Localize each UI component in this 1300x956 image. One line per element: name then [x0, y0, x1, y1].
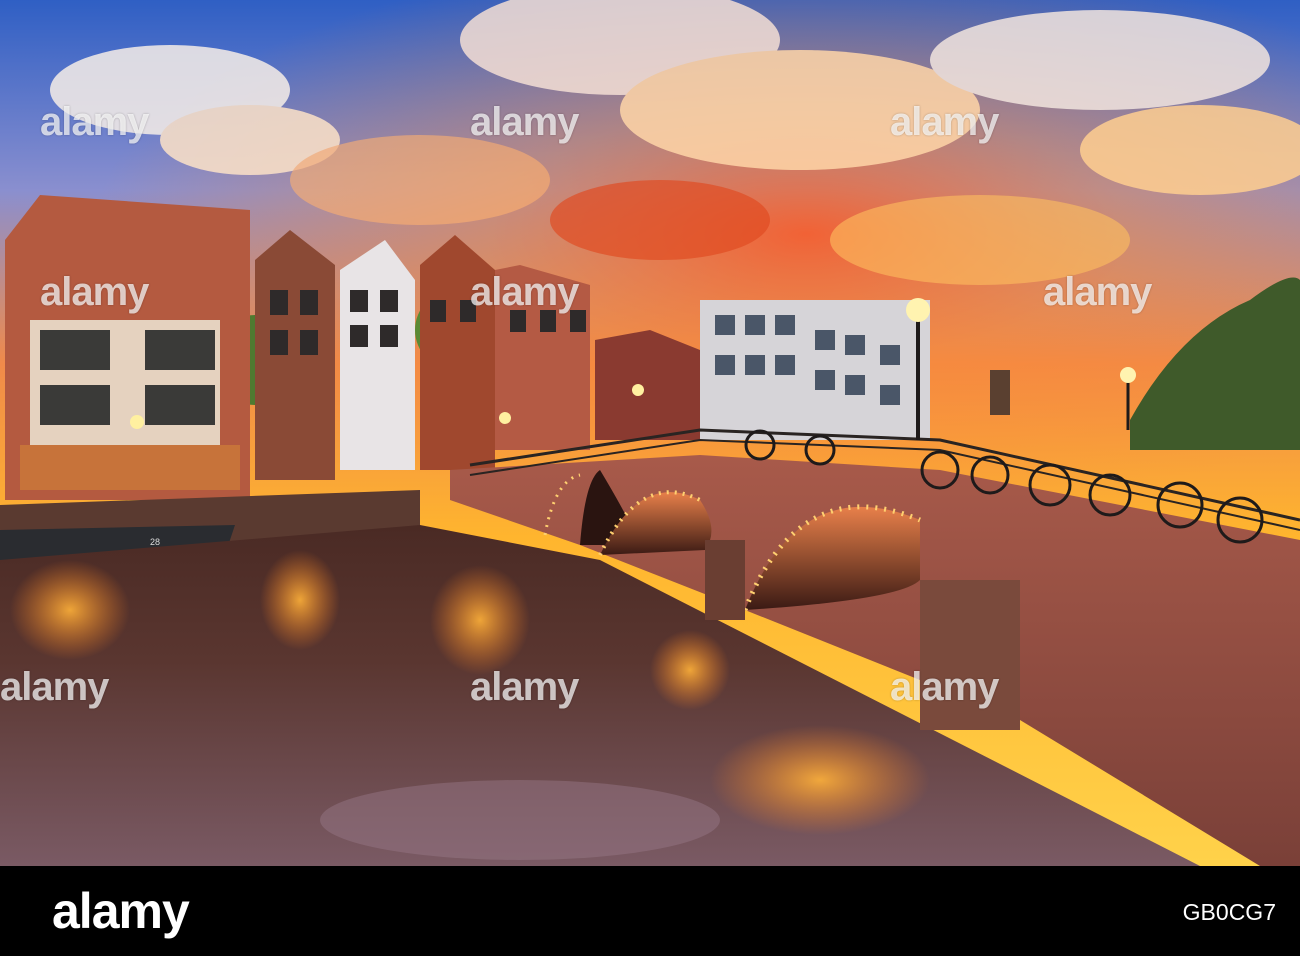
watermark: alamy	[470, 270, 579, 314]
watermark: alamy	[890, 665, 999, 709]
watermark: alamy	[40, 100, 149, 144]
alamy-logo: alamy	[52, 883, 190, 939]
photo: 28 alamy alamy alamy alamy alamy alamy a…	[0, 0, 1300, 866]
watermark: alamy	[890, 100, 999, 144]
statue	[990, 370, 1010, 415]
image-id: GB0CG7	[1182, 899, 1276, 925]
watermark: alamy	[470, 665, 579, 709]
boat-number: 28	[150, 537, 160, 547]
watermark-footer: alamy GB0CG7	[0, 866, 1300, 956]
watermark: alamy	[1043, 270, 1152, 314]
watermark: alamy	[40, 270, 149, 314]
watermark: alamy	[470, 100, 579, 144]
watermark: alamy	[0, 665, 109, 709]
